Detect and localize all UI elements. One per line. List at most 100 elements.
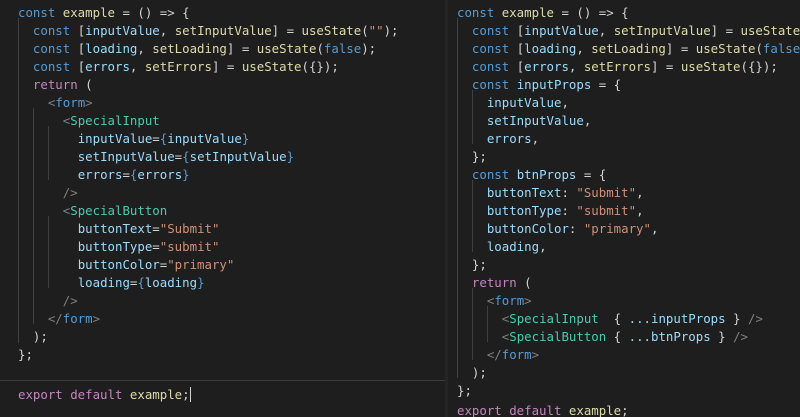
code-line[interactable]: const inputProps = {	[457, 76, 621, 94]
code-token: ;	[621, 403, 629, 417]
code-token: errors	[486, 131, 532, 146]
code-token: inputValue	[486, 95, 562, 110]
code-token: {	[598, 311, 629, 326]
code-line[interactable]: <SpecialButton	[18, 202, 167, 220]
code-token: "primary"	[583, 221, 651, 236]
code-line[interactable]: />	[18, 292, 78, 310]
code-line[interactable]: const [errors, setErrors] = useState({})…	[457, 58, 778, 76]
code-line[interactable]: const [errors, setErrors] = useState({})…	[18, 58, 339, 76]
code-token: false	[323, 41, 362, 56]
editor-right[interactable]: const example = () => { const [inputValu…	[448, 0, 800, 417]
code-line[interactable]: buttonColor: "primary",	[457, 220, 659, 238]
code-token: ,	[583, 113, 592, 128]
code-line[interactable]: buttonColor="primary"	[18, 256, 235, 274]
code-line[interactable]: buttonType="submit"	[18, 238, 220, 256]
code-token: setInputValue	[77, 149, 175, 164]
code-line[interactable]: setInputValue,	[457, 112, 591, 130]
editor-left[interactable]: const example = () => { const [inputValu…	[0, 0, 445, 417]
code-token: ] =	[665, 41, 696, 56]
code-token: "submit"	[159, 239, 220, 254]
code-token: const	[32, 23, 78, 38]
code-line[interactable]: buttonText="Submit"	[18, 220, 220, 238]
code-token: example	[62, 5, 115, 20]
code-line[interactable]: const btnProps = {	[457, 166, 606, 184]
code-token: example	[501, 5, 554, 20]
code-line[interactable]: inputValue={inputValue}	[18, 130, 250, 148]
code-line[interactable]: export default example;	[457, 402, 629, 417]
code-token: ;	[182, 387, 190, 402]
code-token: const	[32, 59, 78, 74]
code-token: return	[471, 275, 517, 290]
code-line[interactable]: };	[18, 346, 33, 364]
code-line[interactable]: const example = () => {	[18, 4, 190, 22]
code-token: );	[457, 365, 487, 380]
code-token: inputValue	[85, 23, 160, 38]
code-token: (	[755, 41, 763, 56]
code-token: />	[733, 329, 748, 344]
code-token: default	[509, 403, 569, 417]
code-token: const	[471, 41, 517, 56]
code-line[interactable]: inputValue,	[457, 94, 569, 112]
code-token: {	[182, 149, 190, 164]
code-line[interactable]: buttonType: "submit",	[457, 202, 644, 220]
code-line[interactable]: const [inputValue, setInputValue] = useS…	[18, 22, 399, 40]
code-line[interactable]: const [loading, setLoading] = useState(f…	[457, 40, 800, 58]
code-token: loading	[85, 41, 138, 56]
code-token: (	[77, 77, 93, 92]
code-token: SpecialInput	[70, 113, 160, 128]
code-line[interactable]: </form>	[457, 346, 539, 364]
code-line[interactable]: </form>	[18, 310, 100, 328]
code-token: ,	[531, 131, 540, 146]
code-line[interactable]: const example = () => {	[457, 4, 629, 22]
code-line[interactable]: };	[457, 382, 472, 400]
code-token: inputValue	[167, 131, 242, 146]
code-token: buttonColor	[77, 257, 160, 272]
code-line[interactable]: setInputValue={setInputValue}	[18, 148, 294, 166]
code-line[interactable]: <SpecialInput { ...inputProps } />	[457, 310, 763, 328]
code-line[interactable]: errors={errors}	[18, 166, 190, 184]
code-token: SpecialButton	[509, 329, 607, 344]
code-token: "Submit"	[159, 221, 220, 236]
code-token: ] =	[211, 59, 242, 74]
code-token: =	[122, 167, 130, 182]
code-token: ,	[539, 239, 547, 254]
code-token: >	[531, 347, 540, 362]
code-token: );	[383, 23, 399, 38]
code-line[interactable]: loading,	[457, 238, 547, 256]
code-token: ""	[368, 23, 384, 38]
code-token: const	[471, 167, 517, 182]
code-token: ,	[576, 41, 592, 56]
code-line[interactable]: <SpecialInput	[18, 112, 160, 130]
code-line[interactable]: <form>	[457, 292, 532, 310]
code-line[interactable]: <form>	[18, 94, 93, 112]
code-line[interactable]: );	[457, 364, 487, 382]
code-line[interactable]: };	[457, 148, 487, 166]
code-line[interactable]: errors,	[457, 130, 539, 148]
code-line[interactable]: const [inputValue, setInputValue] = useS…	[457, 22, 800, 40]
code-line[interactable]: buttonText: "Submit",	[457, 184, 644, 202]
code-token: =	[152, 221, 160, 236]
code-token: ,	[636, 203, 644, 218]
code-line[interactable]: return (	[18, 76, 93, 94]
code-line[interactable]: loading={loading}	[18, 274, 205, 292]
code-token: useState	[241, 59, 302, 74]
code-token: const	[32, 41, 78, 56]
code-line[interactable]: export default example;	[18, 386, 191, 404]
code-line[interactable]: const [loading, setLoading] = useState(f…	[18, 40, 376, 58]
code-line[interactable]: <SpecialButton { ...btnProps } />	[457, 328, 748, 346]
code-token: setInputValue	[189, 149, 287, 164]
code-token: </	[486, 347, 502, 362]
code-line[interactable]: />	[18, 184, 78, 202]
code-line[interactable]: );	[18, 328, 48, 346]
code-line[interactable]: };	[457, 256, 487, 274]
code-line[interactable]: return (	[457, 274, 532, 292]
